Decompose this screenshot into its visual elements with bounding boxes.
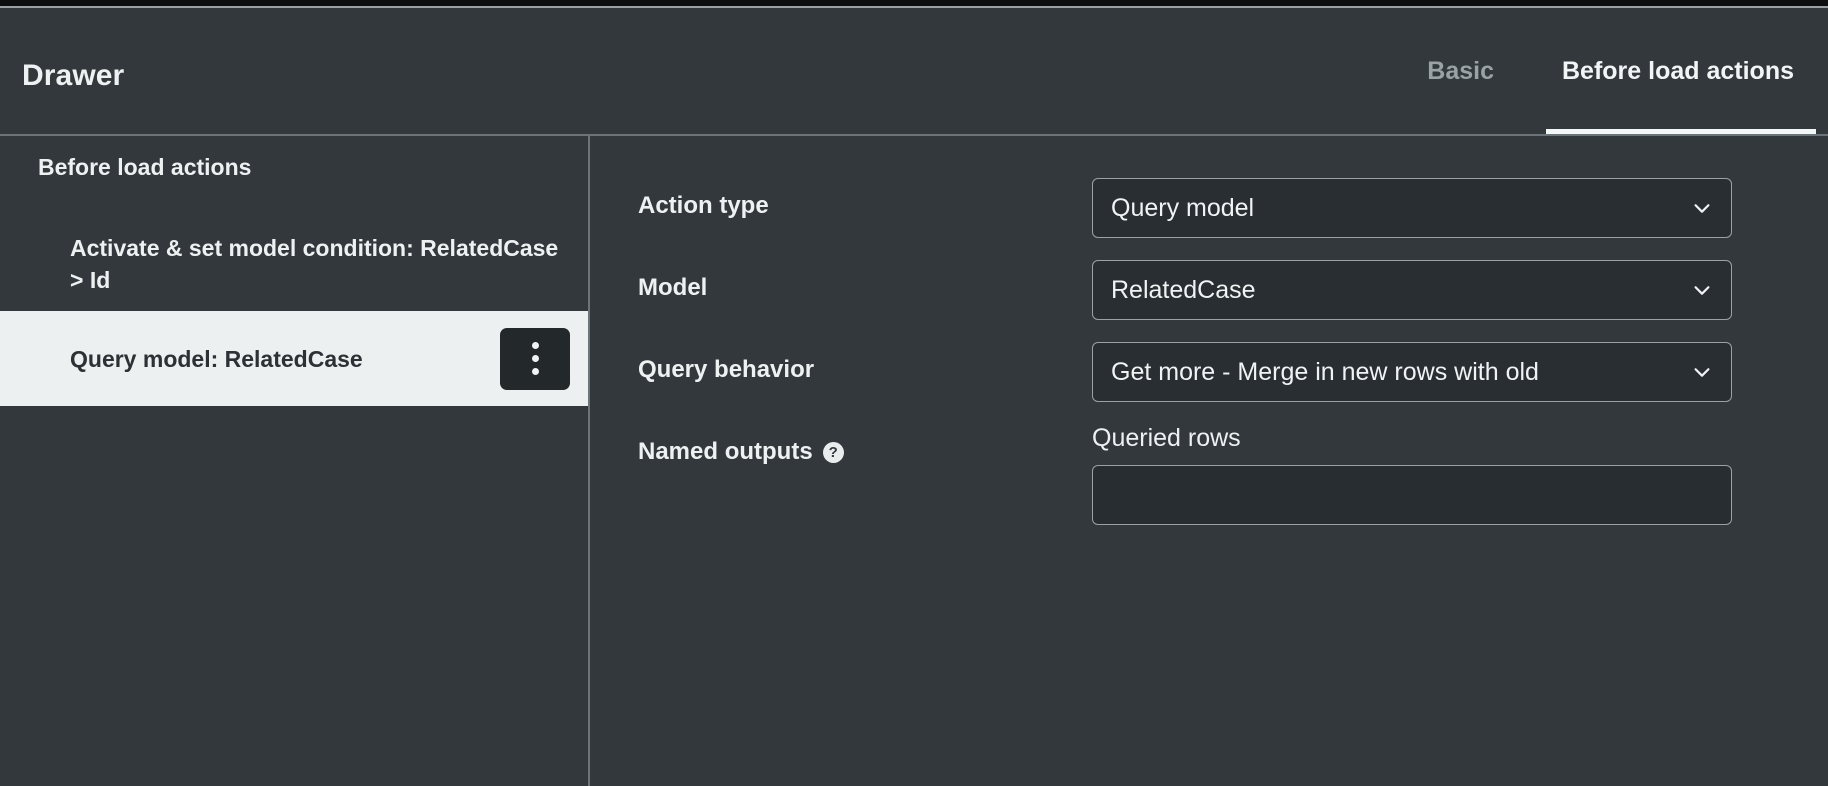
screen: Drawer Basic Before load actions Before …: [0, 0, 1828, 786]
list-item-query-model[interactable]: Query model: RelatedCase: [0, 311, 588, 406]
tab-basic-label: Basic: [1427, 56, 1494, 85]
field-query-behavior-label: Query behavior: [638, 356, 815, 383]
drawer-body: Before load actions Activate & set model…: [0, 136, 1828, 786]
page-title: Drawer: [22, 59, 125, 92]
chevron-down-icon: [1694, 204, 1710, 213]
drawer-header: Drawer Basic Before load actions: [0, 8, 1828, 136]
action-list: Activate & set model condition: RelatedC…: [0, 216, 588, 406]
field-query-behavior: Query behavior Get more - Merge in new r…: [592, 342, 1828, 422]
field-model: Model RelatedCase: [592, 260, 1828, 340]
field-action-type-label: Action type: [638, 192, 769, 219]
queried-rows-input[interactable]: [1092, 465, 1732, 525]
kebab-dot: [531, 342, 539, 349]
tab-before-load-actions-label: Before load actions: [1562, 56, 1794, 85]
field-action-type-control: Query model: [1092, 178, 1732, 238]
field-action-type: Action type Query model: [592, 178, 1828, 258]
actions-sidebar: Before load actions Activate & set model…: [0, 136, 590, 786]
tab-before-load-actions[interactable]: Before load actions: [1528, 8, 1828, 134]
query-behavior-select[interactable]: Get more - Merge in new rows with old: [1092, 342, 1732, 402]
kebab-dot: [531, 355, 539, 362]
query-behavior-select-value: Get more - Merge in new rows with old: [1111, 357, 1539, 386]
queried-rows-label: Queried rows: [1092, 424, 1241, 452]
field-query-behavior-control: Get more - Merge in new rows with old: [1092, 342, 1732, 402]
list-item-activate-set-model-condition[interactable]: Activate & set model condition: RelatedC…: [0, 216, 588, 311]
field-model-label: Model: [638, 274, 708, 301]
model-select-value: RelatedCase: [1111, 275, 1256, 304]
sidebar-heading: Before load actions: [38, 154, 252, 180]
action-type-select-value: Query model: [1111, 193, 1255, 222]
model-select[interactable]: RelatedCase: [1092, 260, 1732, 320]
help-icon[interactable]: ?: [822, 441, 844, 463]
drawer-panel: Drawer Basic Before load actions Before …: [0, 8, 1828, 786]
field-model-control: RelatedCase: [1092, 260, 1732, 320]
tab-bar: Basic Before load actions: [1393, 8, 1828, 134]
named-outputs-control: Queried rows: [1092, 424, 1732, 525]
list-item-label: Query model: RelatedCase: [70, 345, 363, 372]
tab-basic[interactable]: Basic: [1393, 8, 1528, 134]
kebab-menu-icon[interactable]: [500, 327, 570, 390]
field-named-outputs-label: Named outputs ?: [638, 438, 844, 466]
named-outputs-label-text: Named outputs: [638, 438, 813, 465]
action-settings-panel: Action type Query model Model RelatedCas…: [592, 136, 1828, 786]
action-type-select[interactable]: Query model: [1092, 178, 1732, 238]
chevron-down-icon: [1694, 368, 1710, 377]
chevron-down-icon: [1694, 286, 1710, 295]
list-item-label: Activate & set model condition: RelatedC…: [70, 234, 559, 293]
kebab-dot: [531, 368, 539, 375]
field-named-outputs: Named outputs ? Queried rows: [592, 424, 1828, 584]
